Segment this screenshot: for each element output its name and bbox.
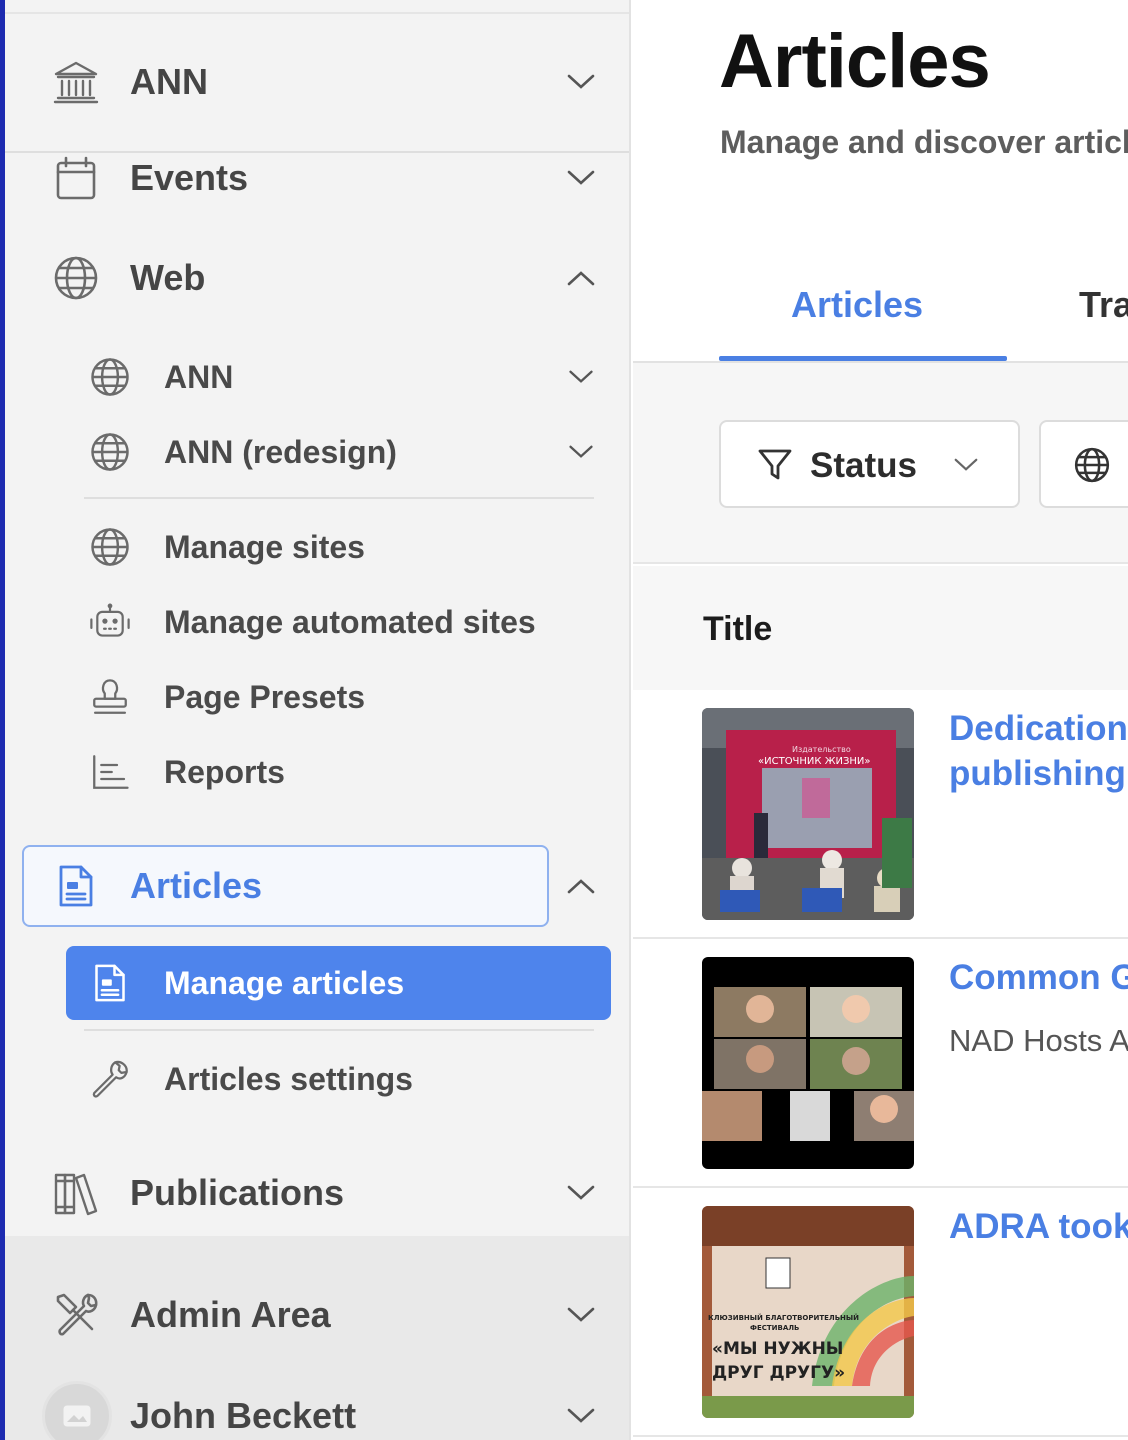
sidebar-item-label: Page Presets bbox=[164, 678, 366, 715]
sidebar-item-reports[interactable]: Reports bbox=[0, 745, 629, 799]
sidebar-item-label: Articles bbox=[130, 865, 263, 906]
sidebar-item-label: ANN bbox=[130, 61, 208, 102]
column-header-title: Title bbox=[703, 610, 773, 648]
sidebar-item-user[interactable]: John Beckett bbox=[0, 1386, 629, 1440]
article-thumbnail bbox=[702, 957, 914, 1169]
globe-icon bbox=[88, 430, 132, 474]
globe-icon bbox=[1073, 446, 1111, 489]
sidebar-item-label: Manage automated sites bbox=[164, 603, 536, 640]
thumbnail-caption: ДРУГ ДРУГУ» bbox=[712, 1363, 845, 1383]
tab-articles[interactable]: Articles bbox=[791, 284, 923, 326]
tab-active-indicator bbox=[719, 356, 1007, 361]
article-thumbnail: КЛЮЗИВНЫЙ БЛАГОТВОРИТЕЛЬНЫЙ ФЕСТИВАЛЬ «М… bbox=[702, 1206, 914, 1418]
sidebar-item-label: Publications bbox=[130, 1172, 345, 1213]
sidebar-item-events[interactable]: Events bbox=[0, 148, 629, 208]
sidebar-item-manage-articles[interactable]: Manage articles bbox=[0, 956, 629, 1010]
thumbnail-caption: «МЫ НУЖНЫ bbox=[712, 1339, 843, 1359]
sidebar-item-label: Articles settings bbox=[164, 1060, 413, 1097]
sidebar-item-manage-sites[interactable]: Manage sites bbox=[0, 520, 629, 574]
sidebar-divider bbox=[84, 1029, 594, 1031]
filter-icon bbox=[757, 448, 793, 487]
status-filter-label: Status bbox=[810, 446, 917, 485]
sidebar-item-articles[interactable]: Articles bbox=[0, 856, 629, 916]
article-title[interactable]: ADRA took bbox=[949, 1204, 1128, 1249]
robot-icon bbox=[88, 600, 132, 644]
document-icon bbox=[88, 961, 132, 1005]
thumbnail-caption: «ИСТОЧНИК ЖИЗНИ» bbox=[758, 756, 870, 767]
bank-icon bbox=[52, 58, 100, 106]
site-filter-button[interactable] bbox=[1039, 420, 1128, 508]
sidebar-item-publications[interactable]: Publications bbox=[0, 1163, 629, 1223]
thumbnail-caption: ФЕСТИВАЛЬ bbox=[750, 1324, 799, 1332]
sidebar: ANN Events Web ANN ANN (redesign) Manage… bbox=[0, 0, 631, 1440]
page-title: Articles bbox=[719, 19, 991, 104]
tab-other[interactable]: Tra bbox=[1079, 284, 1128, 326]
sidebar-item-web-ann[interactable]: ANN bbox=[0, 350, 629, 404]
filter-bar: Status bbox=[633, 363, 1128, 564]
chevron-down-icon[interactable] bbox=[567, 438, 595, 466]
sidebar-top-divider bbox=[0, 12, 629, 14]
sidebar-item-label: Reports bbox=[164, 753, 285, 790]
calendar-icon bbox=[52, 154, 100, 202]
chevron-down-icon[interactable] bbox=[567, 1402, 595, 1430]
main-content: Articles Manage and discover articl Arti… bbox=[633, 0, 1128, 1440]
wrench-icon bbox=[88, 1057, 132, 1101]
sidebar-item-label: Manage articles bbox=[164, 964, 405, 1001]
sidebar-item-web[interactable]: Web bbox=[0, 248, 629, 308]
chevron-down-icon[interactable] bbox=[567, 68, 595, 96]
article-title[interactable]: Common G bbox=[949, 955, 1128, 1000]
sidebar-item-label: ANN (redesign) bbox=[164, 433, 397, 470]
sidebar-item-label: Events bbox=[130, 157, 249, 198]
chevron-down-icon bbox=[954, 458, 978, 477]
sidebar-divider bbox=[84, 497, 594, 499]
globe-icon bbox=[52, 254, 100, 302]
stamp-icon bbox=[88, 675, 132, 719]
sidebar-item-label: Web bbox=[130, 257, 206, 298]
sidebar-item-label: Admin Area bbox=[130, 1294, 331, 1335]
table-row[interactable]: Common G NAD Hosts A bbox=[633, 939, 1128, 1188]
page-subtitle: Manage and discover articl bbox=[720, 124, 1128, 160]
chevron-down-icon[interactable] bbox=[567, 164, 595, 192]
sidebar-item-page-presets[interactable]: Page Presets bbox=[0, 670, 629, 724]
chevron-down-icon[interactable] bbox=[567, 1179, 595, 1207]
article-title-line: Dedication bbox=[949, 709, 1128, 748]
library-books-icon bbox=[52, 1169, 100, 1217]
table-row[interactable]: Издательство «ИСТОЧНИК ЖИЗНИ» Dedication… bbox=[633, 690, 1128, 939]
globe-icon bbox=[88, 355, 132, 399]
status-filter-button[interactable]: Status bbox=[719, 420, 1020, 508]
chevron-down-icon[interactable] bbox=[567, 1301, 595, 1329]
document-icon bbox=[52, 862, 100, 910]
sidebar-item-ann[interactable]: ANN bbox=[0, 52, 629, 112]
thumbnail-caption: Издательство bbox=[792, 745, 851, 754]
tools-icon bbox=[52, 1291, 100, 1339]
chevron-up-icon[interactable] bbox=[567, 264, 595, 292]
sidebar-item-label: ANN bbox=[164, 358, 234, 395]
article-title[interactable]: Dedication publishing bbox=[949, 706, 1128, 796]
sidebar-item-manage-automated-sites[interactable]: Manage automated sites bbox=[0, 595, 629, 649]
globe-icon bbox=[88, 525, 132, 569]
sidebar-item-articles-settings[interactable]: Articles settings bbox=[0, 1052, 629, 1106]
sidebar-item-web-ann-redesign[interactable]: ANN (redesign) bbox=[0, 425, 629, 479]
article-subtitle: NAD Hosts A bbox=[949, 1023, 1128, 1058]
report-chart-icon bbox=[88, 750, 132, 794]
article-thumbnail: Издательство «ИСТОЧНИК ЖИЗНИ» bbox=[702, 708, 914, 920]
user-name: John Beckett bbox=[130, 1395, 357, 1436]
thumbnail-caption: КЛЮЗИВНЫЙ БЛАГОТВОРИТЕЛЬНЫЙ bbox=[708, 1313, 859, 1322]
article-title-line: publishing bbox=[949, 754, 1126, 793]
sidebar-item-admin-area[interactable]: Admin Area bbox=[0, 1285, 629, 1345]
chevron-down-icon[interactable] bbox=[567, 363, 595, 391]
window-edge bbox=[0, 0, 5, 1440]
table-header: Title bbox=[633, 566, 1128, 690]
table-row[interactable]: КЛЮЗИВНЫЙ БЛАГОТВОРИТЕЛЬНЫЙ ФЕСТИВАЛЬ «М… bbox=[633, 1188, 1128, 1437]
chevron-up-icon[interactable] bbox=[567, 872, 595, 900]
sidebar-item-label: Manage sites bbox=[164, 528, 365, 565]
